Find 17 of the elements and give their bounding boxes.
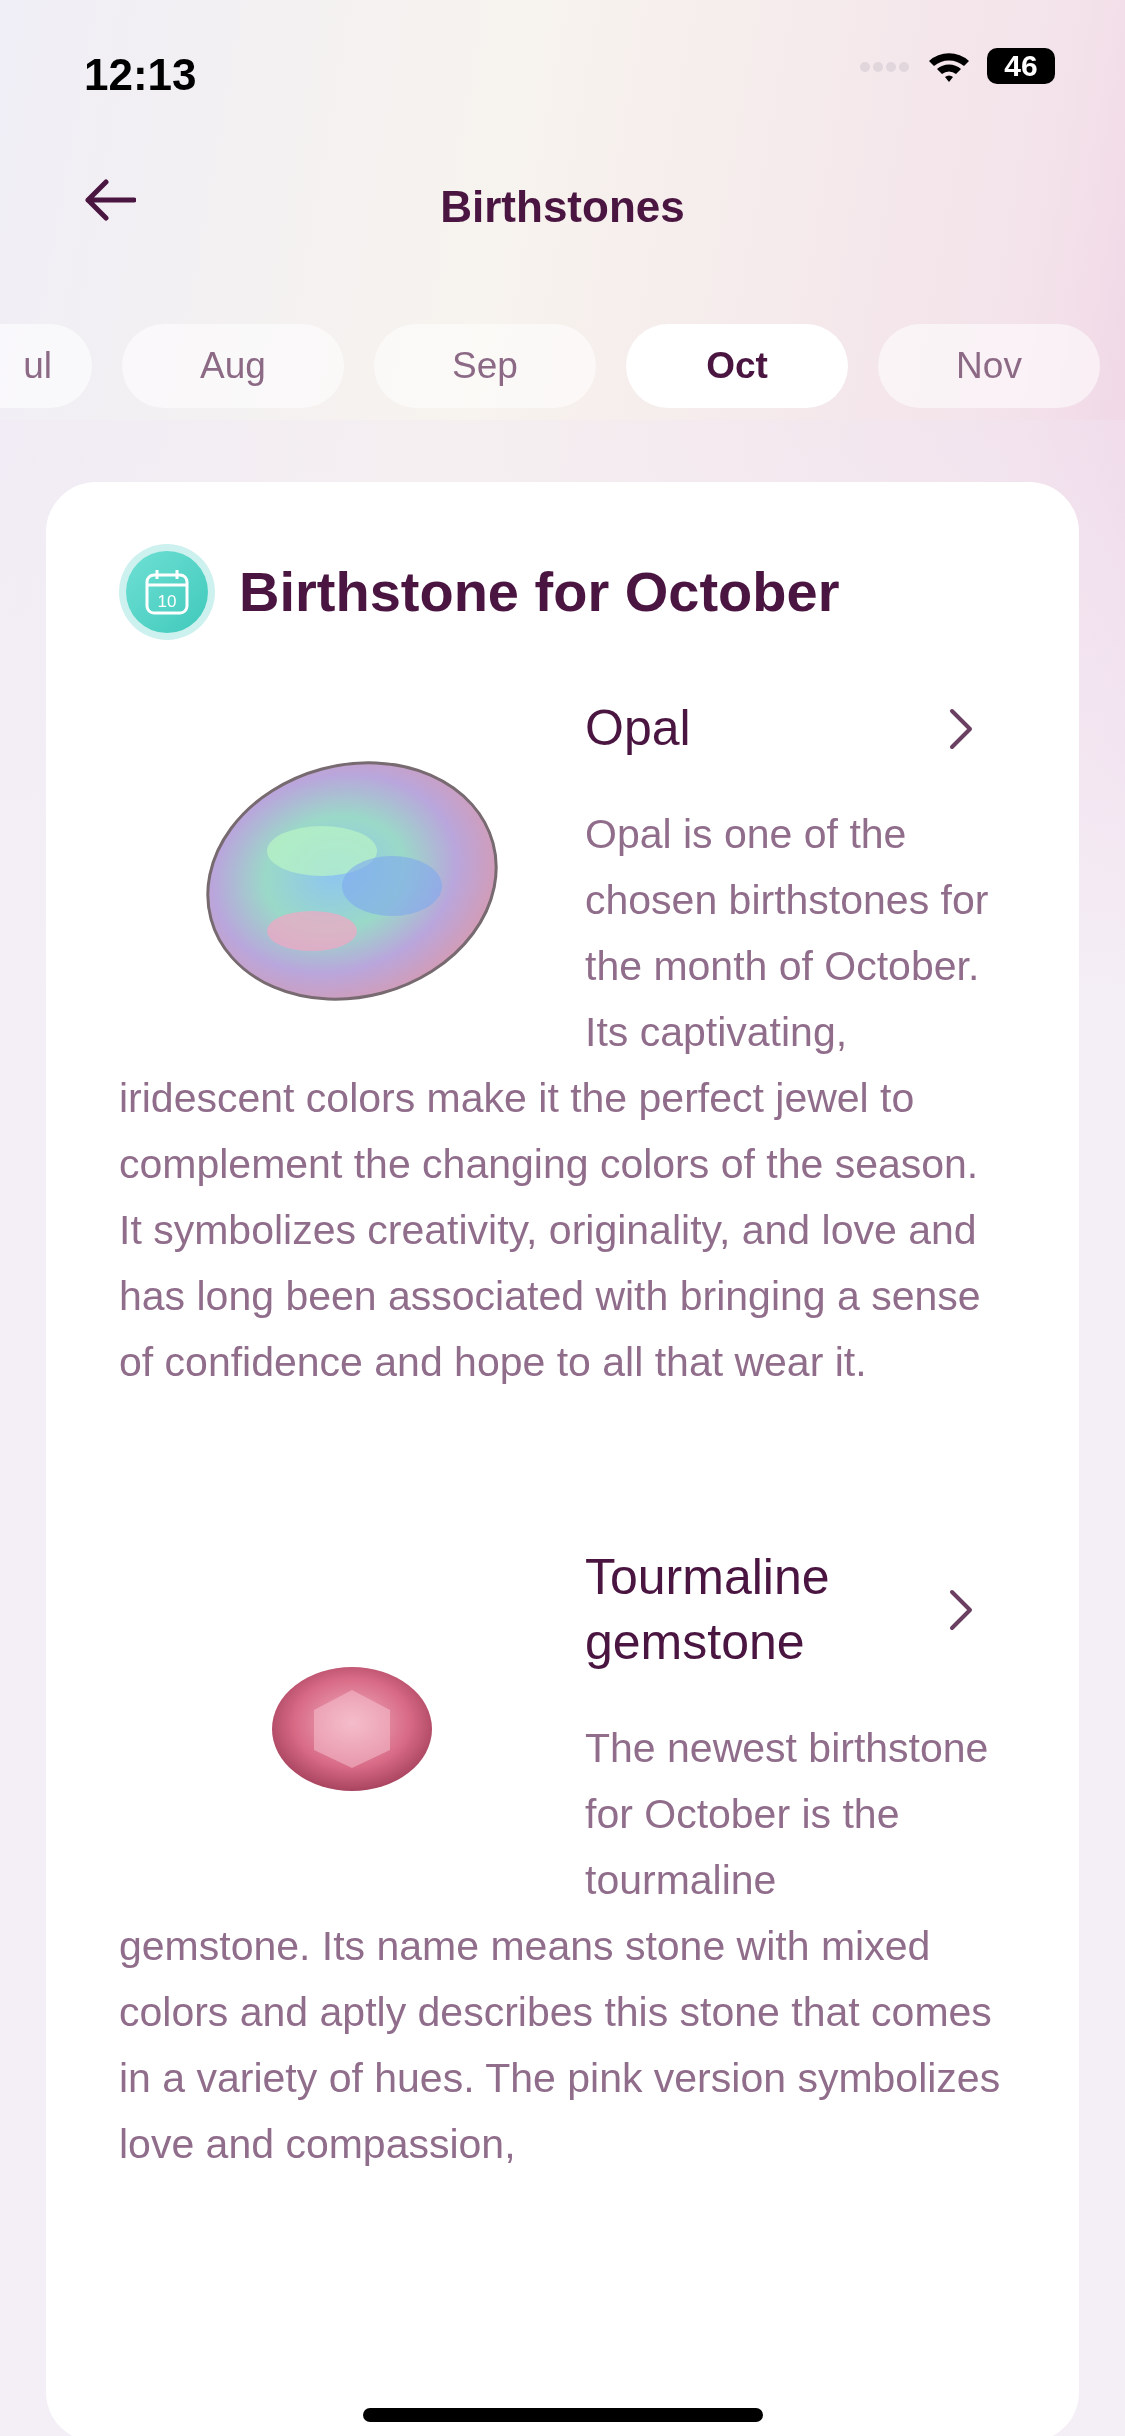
month-tab[interactable]: Oct (626, 324, 848, 408)
month-tab[interactable]: Nov (878, 324, 1100, 408)
month-tab[interactable]: ul (0, 324, 92, 408)
stone-description: iridescent colors make it the perfect jewel to complement the changing colors of the season. It symbolizes creativity, originality, and love and has long been associated with bringing a sense of confidence and hope to all that wear it. (119, 1074, 982, 1387)
stone-description: The newest birthstone for October is the tourmaline (585, 1724, 990, 1905)
status-time: 12:13 (84, 49, 197, 101)
card-heading: Birthstone for October (239, 559, 840, 626)
battery-icon: 46 (987, 48, 1055, 84)
back-button[interactable] (84, 178, 136, 222)
stone-description: Opal is one of the chosen birthstones for the month of October. Its captivating, (585, 810, 990, 1057)
calendar-icon: 10 (119, 544, 215, 640)
month-tab[interactable]: Sep (374, 324, 596, 408)
month-tab[interactable]: Aug (122, 324, 344, 408)
page-title: Birthstones (440, 181, 685, 233)
stone-description: gemstone. Its name means stone with mixed colors and aptly describes this stone that comes in a variety of hues. The pink version symbolizes love and compassion, (119, 1922, 1002, 2169)
stone-name: Tourmaline gemstone (585, 1548, 831, 1672)
stone-name: Opal (585, 699, 691, 758)
